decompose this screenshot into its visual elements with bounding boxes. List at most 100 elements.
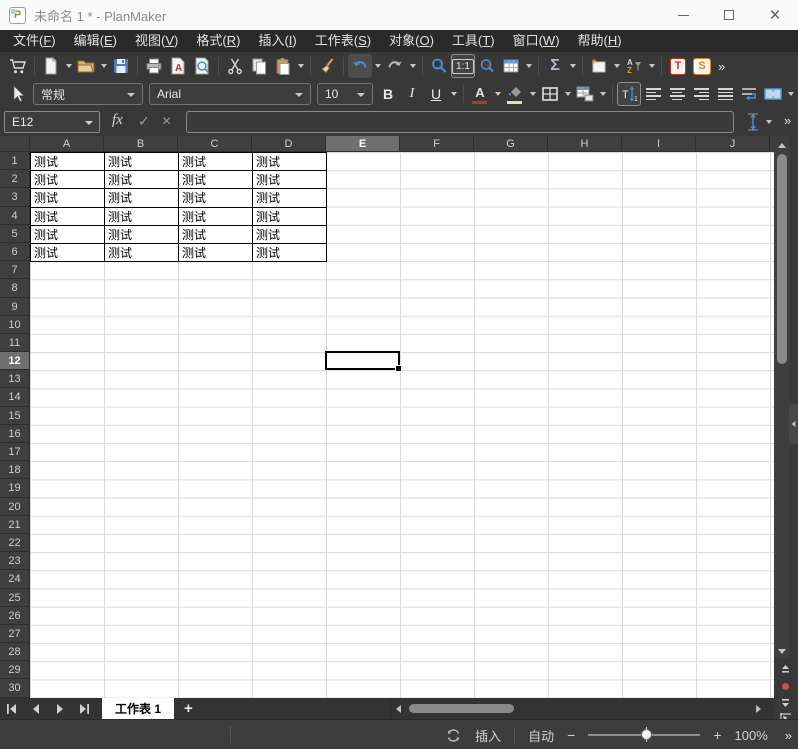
font-size-select[interactable]: 10 — [317, 83, 373, 105]
vertical-scrollbar-thumb[interactable] — [777, 154, 787, 364]
table-view-button[interactable] — [499, 54, 523, 78]
name-box[interactable]: E12 — [4, 111, 100, 133]
format-painter-button[interactable] — [315, 54, 339, 78]
paste-button[interactable] — [271, 54, 295, 78]
merge-cells-button[interactable] — [761, 82, 785, 106]
presentations-button[interactable]: S — [690, 54, 714, 78]
align-left-button[interactable] — [641, 82, 665, 106]
pointer-mode-button[interactable] — [6, 82, 30, 106]
column-header-A[interactable]: A — [30, 136, 104, 152]
undo-button[interactable] — [348, 54, 372, 78]
table-view-dropdown[interactable] — [523, 54, 534, 78]
underline-dropdown[interactable] — [448, 82, 459, 106]
row-header-21[interactable]: 21 — [0, 516, 30, 534]
row-header-12[interactable]: 12 — [0, 352, 30, 370]
menu-object[interactable]: 对象(O) — [380, 30, 443, 52]
menu-insert[interactable]: 插入(I) — [249, 30, 305, 52]
font-color-dropdown[interactable] — [492, 82, 503, 106]
horizontal-scrollbar-thumb[interactable] — [409, 704, 514, 713]
formula-input[interactable] — [186, 111, 734, 133]
cancel-entry-button[interactable]: × — [162, 113, 171, 131]
column-header-D[interactable]: D — [252, 136, 326, 152]
font-name-select[interactable]: Arial — [149, 83, 311, 105]
row-header-10[interactable]: 10 — [0, 316, 30, 334]
font-color-button[interactable]: A — [468, 82, 492, 106]
row-header-8[interactable]: 8 — [0, 279, 30, 297]
cell[interactable]: 测试 — [105, 225, 179, 243]
cell[interactable]: 测试 — [253, 171, 327, 189]
new-document-dropdown[interactable] — [63, 54, 74, 78]
cell[interactable]: 测试 — [179, 153, 253, 171]
split-bottom-button[interactable] — [774, 695, 796, 710]
insert-frame-dropdown[interactable] — [611, 54, 622, 78]
cut-button[interactable] — [223, 54, 247, 78]
text-orientation-button[interactable]: T1 — [617, 82, 641, 106]
sheet-tab-worksheet-1[interactable]: 工作表 1 — [102, 698, 174, 719]
autosum-dropdown[interactable] — [567, 54, 578, 78]
print-preview-button[interactable] — [190, 54, 214, 78]
row-header-14[interactable]: 14 — [0, 388, 30, 406]
select-all-corner[interactable] — [0, 136, 30, 152]
first-sheet-button[interactable] — [0, 698, 24, 719]
row-header-1[interactable]: 1 — [0, 152, 30, 170]
cell[interactable]: 测试 — [179, 243, 253, 261]
cell[interactable]: 测试 — [179, 207, 253, 225]
italic-button[interactable]: I — [400, 82, 424, 106]
menu-view[interactable]: 视图(V) — [126, 30, 187, 52]
row-header-24[interactable]: 24 — [0, 570, 30, 588]
sort-button[interactable]: AZ — [622, 54, 646, 78]
wrap-text-button[interactable] — [737, 82, 761, 106]
split-handle-button[interactable] — [774, 679, 796, 694]
row-header-6[interactable]: 6 — [0, 243, 30, 261]
cell[interactable]: 测试 — [31, 207, 105, 225]
sync-icon[interactable] — [445, 727, 462, 744]
scroll-left-button[interactable] — [391, 698, 405, 719]
row-header-25[interactable]: 25 — [0, 589, 30, 607]
zoom-actual-button[interactable]: 1:1 — [451, 54, 475, 78]
cell-format-button[interactable] — [573, 82, 597, 106]
undo-dropdown[interactable] — [372, 54, 383, 78]
align-center-button[interactable] — [665, 82, 689, 106]
minimize-button[interactable] — [660, 0, 706, 30]
row-header-7[interactable]: 7 — [0, 261, 30, 279]
insert-frame-button[interactable]: + — [587, 54, 611, 78]
row-header-20[interactable]: 20 — [0, 498, 30, 516]
row-header-30[interactable]: 30 — [0, 679, 30, 697]
align-right-button[interactable] — [689, 82, 713, 106]
open-dropdown[interactable] — [98, 54, 109, 78]
column-header-E[interactable]: E — [326, 136, 400, 152]
borders-button[interactable] — [538, 82, 562, 106]
redo-dropdown[interactable] — [407, 54, 418, 78]
borders-dropdown[interactable] — [562, 82, 573, 106]
add-sheet-button[interactable]: + — [174, 698, 203, 719]
row-header-9[interactable]: 9 — [0, 298, 30, 316]
row-header-5[interactable]: 5 — [0, 225, 30, 243]
cell[interactable]: 测试 — [105, 171, 179, 189]
cell[interactable]: 测试 — [253, 225, 327, 243]
textmaker-button[interactable]: T — [666, 54, 690, 78]
toolbar-overflow-button[interactable]: » — [718, 59, 725, 74]
export-pdf-button[interactable]: A — [166, 54, 190, 78]
row-header-29[interactable]: 29 — [0, 661, 30, 679]
column-header-F[interactable]: F — [400, 136, 474, 152]
cell[interactable]: 测试 — [105, 153, 179, 171]
underline-button[interactable]: U — [424, 82, 448, 106]
menu-help[interactable]: 帮助(H) — [569, 30, 631, 52]
confirm-entry-button[interactable]: ✓ — [138, 113, 150, 130]
merge-cells-dropdown[interactable] — [785, 82, 796, 106]
zoom-in-button[interactable]: + — [713, 727, 721, 743]
previous-sheet-button[interactable] — [24, 698, 48, 719]
fill-color-button[interactable] — [503, 82, 527, 106]
cell[interactable]: 测试 — [253, 189, 327, 207]
cell[interactable]: 测试 — [31, 171, 105, 189]
cell[interactable]: 测试 — [105, 207, 179, 225]
split-top-button[interactable] — [774, 662, 796, 677]
row-height-dropdown[interactable] — [763, 110, 774, 134]
row-header-2[interactable]: 2 — [0, 170, 30, 188]
cell[interactable]: 测试 — [253, 243, 327, 261]
search-button[interactable] — [427, 54, 451, 78]
column-header-B[interactable]: B — [104, 136, 178, 152]
insert-function-button[interactable]: fx — [112, 112, 123, 129]
row-header-23[interactable]: 23 — [0, 552, 30, 570]
column-header-J[interactable]: J — [696, 136, 770, 152]
